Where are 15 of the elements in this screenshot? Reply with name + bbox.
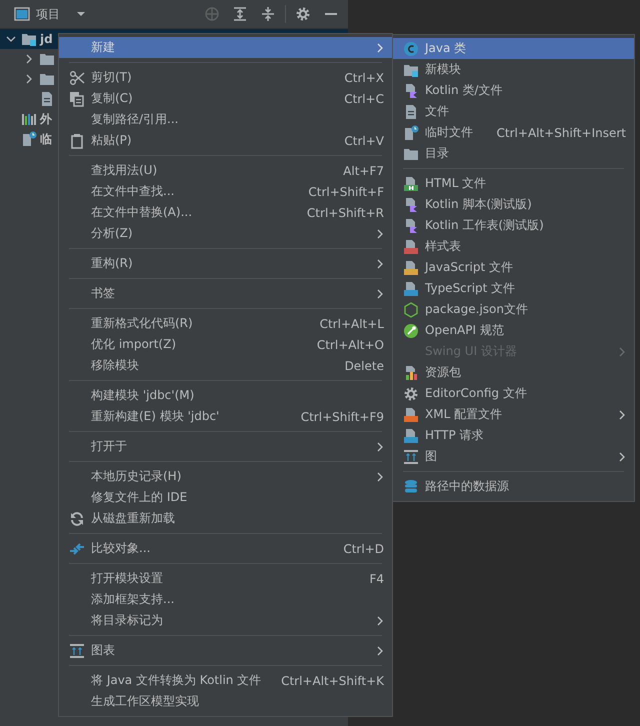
shortcut-label: Ctrl+Alt+Shift+Insert xyxy=(496,126,626,140)
shortcut-label: Ctrl+C xyxy=(344,92,384,106)
shortcut-label: Ctrl+Shift+R xyxy=(306,206,384,220)
shortcut-label: Ctrl+Alt+L xyxy=(320,316,384,330)
shortcut-label: Ctrl+Alt+Shift+K xyxy=(281,674,384,688)
shortcut-label: Ctrl+Shift+F xyxy=(308,184,384,198)
shortcut-label: Alt+F7 xyxy=(343,164,384,178)
panel-title: 项目 xyxy=(36,6,60,22)
shortcut-label: Ctrl+D xyxy=(343,542,384,556)
shortcut-label: Delete xyxy=(344,358,384,372)
shortcut-label: Ctrl+X xyxy=(344,70,384,84)
shortcut-label: Ctrl+Shift+F9 xyxy=(300,410,384,424)
shortcut-label: Ctrl+V xyxy=(344,134,384,148)
shortcut-label: F4 xyxy=(369,572,384,586)
shortcut-label: Ctrl+Alt+O xyxy=(316,338,384,352)
